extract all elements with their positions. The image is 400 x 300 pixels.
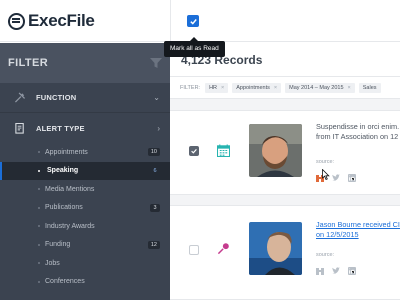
sidebar-item-funding[interactable]: Funding 12 [0, 236, 170, 255]
function-label: FUNCTION [36, 93, 77, 102]
filter-chip[interactable]: May 2014 – May 2015 × [285, 82, 355, 93]
top-header: ExecFile [0, 0, 400, 42]
app-name: ExecFile [28, 11, 95, 30]
microphone-icon [217, 243, 229, 255]
sidebar-item-jobs[interactable]: Jobs [0, 254, 170, 273]
card-checkbox[interactable] [189, 146, 199, 156]
twitter-icon[interactable] [332, 169, 340, 181]
funnel-icon[interactable] [150, 58, 162, 68]
sidebar-item-publications[interactable]: Publications 3 [0, 199, 170, 218]
close-icon[interactable]: × [348, 85, 351, 91]
bullet-icon [38, 243, 40, 246]
sidebar-item-label: Speaking [47, 167, 79, 175]
sidebar-item-conferences[interactable]: Conferences [0, 273, 170, 292]
main-panel: 4,123 Records FILTER: HR × Appointments × … [170, 43, 400, 300]
header-divider [170, 0, 171, 42]
sidebar-item-label: Funding [45, 241, 71, 249]
count-badge: 12 [147, 240, 160, 249]
filter-title: FILTER [8, 57, 49, 69]
mark-all-read-tooltip: Mark all as Read [164, 37, 225, 57]
count-badge: 10 [147, 148, 160, 157]
filter-chip[interactable]: Appointments × [232, 82, 282, 93]
card-snippet-line2[interactable]: on 12/5/2015 [316, 230, 359, 240]
bullet-icon [38, 225, 40, 227]
sidebar-item-media-mentions[interactable]: Media Mentions [0, 180, 170, 199]
sidebar-item-label: Publications [45, 204, 83, 212]
bullet-icon [38, 151, 40, 153]
chip-label: Appointments [236, 84, 270, 91]
chevron-down-icon: ⌄ [153, 93, 160, 102]
card-snippet-line1: Suspendisse in orci enim. [316, 122, 400, 131]
linkedin-icon[interactable] [348, 169, 356, 182]
alert-card[interactable]: Suspendisse in orci enim. from IT Associ… [170, 110, 400, 195]
close-icon[interactable]: × [221, 85, 224, 91]
filter-header: FILTER [0, 43, 170, 83]
sidebar-item-label: Industry Awards [45, 222, 95, 230]
source-icons [316, 262, 364, 275]
section-function[interactable]: FUNCTION ⌄ [0, 83, 170, 113]
sidebar-item-label: Appointments [45, 148, 88, 156]
alert-card[interactable]: Jason Bourne received CI on 12/5/2015 so… [170, 205, 400, 300]
count-badge: 6 [153, 167, 157, 174]
card-snippet-line2: from IT Association on 12 [316, 132, 399, 141]
avatar[interactable] [249, 124, 302, 177]
check-icon [191, 148, 197, 154]
chip-label: May 2014 – May 2015 [289, 84, 344, 91]
close-icon[interactable]: × [274, 85, 277, 91]
bullet-icon [38, 188, 40, 190]
sidebar-item-industry-awards[interactable]: Industry Awards [0, 217, 170, 236]
filter-sidebar: FILTER FUNCTION ⌄ ALERT TYPE › Appointme… [0, 43, 170, 300]
sidebar-item-speaking[interactable]: Speaking 6 [0, 161, 170, 180]
active-filters-label: FILTER: [180, 84, 201, 91]
count-badge: 3 [150, 203, 160, 212]
app-logo[interactable]: ExecFile [8, 11, 95, 31]
chevron-right-icon: › [157, 123, 160, 133]
linkedin-icon[interactable] [348, 262, 356, 275]
sidebar-item-label: Conferences [45, 278, 85, 286]
alert-type-label: ALERT TYPE [36, 123, 85, 133]
active-filters: FILTER: HR × Appointments × May 2014 – May… [170, 77, 400, 99]
sidebar-item-label: Jobs [45, 259, 60, 267]
sidebar-item-appointments[interactable]: Appointments 10 [0, 143, 170, 162]
filter-chip[interactable]: Sales [358, 82, 381, 93]
logo-icon [8, 12, 25, 30]
sidebar-item-label: Media Mentions [45, 185, 95, 193]
document-icon [15, 122, 24, 134]
bullet-icon [38, 206, 40, 209]
calendar-icon [217, 144, 230, 157]
check-icon [189, 18, 197, 25]
section-alert-type[interactable]: ALERT TYPE › [0, 113, 170, 143]
card-checkbox[interactable] [189, 245, 199, 255]
alert-type-list: Appointments 10 Speaking 6 Media Mention… [0, 143, 170, 291]
twitter-icon[interactable] [332, 262, 340, 274]
mouse-cursor-icon [322, 169, 330, 180]
avatar[interactable] [249, 222, 302, 275]
tools-icon [14, 92, 26, 103]
bullet-icon [38, 169, 40, 172]
filter-chip[interactable]: HR × [205, 82, 229, 93]
source-label: source: [316, 159, 335, 165]
chip-label: HR [209, 84, 218, 91]
card-snippet-line1[interactable]: Jason Bourne received CI [316, 220, 400, 230]
chip-label: Sales [362, 84, 377, 91]
rss-source-icon[interactable] [316, 262, 324, 275]
bullet-icon [38, 280, 40, 283]
bullet-icon [38, 262, 40, 264]
source-label: source: [316, 252, 335, 258]
mark-all-read-button[interactable] [187, 15, 199, 27]
